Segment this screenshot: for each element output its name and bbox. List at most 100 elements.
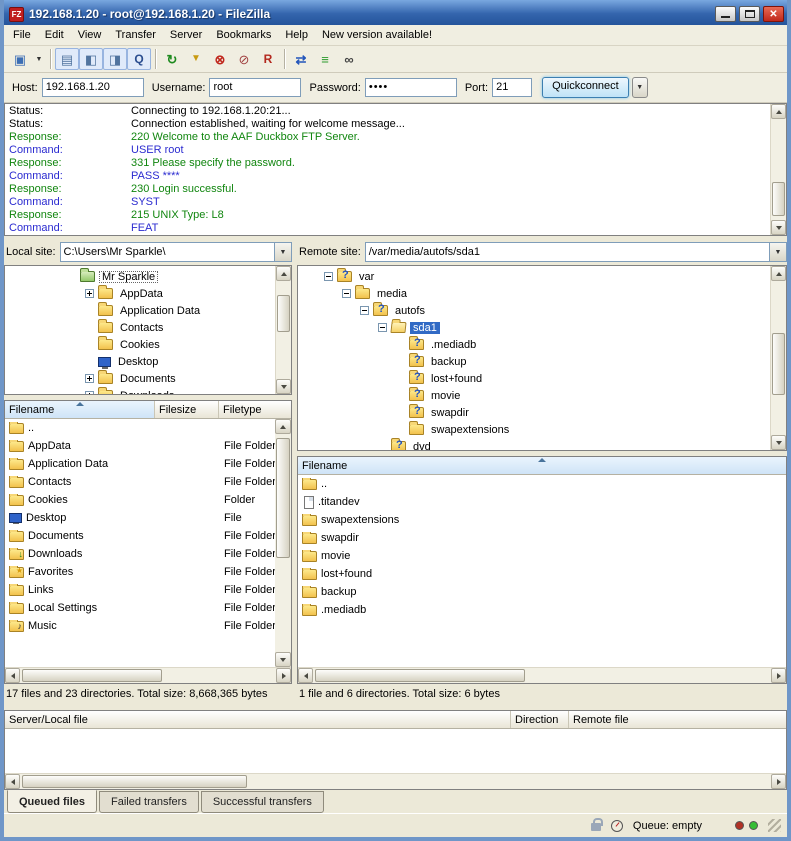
scrollbar-thumb[interactable] (22, 669, 162, 682)
local-site-combo[interactable]: C:\Users\Mr Sparkle\ ▼ (60, 242, 292, 262)
scroll-left-button[interactable] (5, 774, 20, 789)
scroll-left-button[interactable] (298, 668, 313, 683)
expander-icon[interactable] (85, 289, 94, 298)
scrollbar-track[interactable] (275, 434, 291, 652)
scrollbar-track[interactable] (20, 668, 276, 683)
file-row[interactable]: Application DataFile Folder (5, 455, 275, 473)
tree-item[interactable]: swapdir (298, 404, 786, 421)
scrollbar-track[interactable] (771, 281, 786, 435)
file-row[interactable]: DownloadsFile Folder (5, 545, 275, 563)
host-input[interactable]: 192.168.1.20 (42, 78, 144, 97)
menu-file[interactable]: File (6, 26, 38, 44)
local-tree-scrollbar[interactable] (275, 266, 291, 394)
username-input[interactable]: root (209, 78, 301, 97)
expander-icon[interactable] (360, 306, 369, 315)
tree-item[interactable]: backup (298, 353, 786, 370)
scrollbar-thumb[interactable] (315, 669, 525, 682)
scroll-left-button[interactable] (5, 668, 20, 683)
file-row[interactable]: Local SettingsFile Folder (5, 599, 275, 617)
toolbar-button-toggle-queue[interactable]: Q (127, 48, 151, 70)
scroll-right-button[interactable] (771, 774, 786, 789)
toolbar-button-disconnect[interactable]: ⊘ (232, 48, 256, 70)
toolbar-button-reconnect[interactable]: R (256, 48, 280, 70)
menu-view[interactable]: View (71, 26, 109, 44)
toolbar-button-toggle-remote-tree[interactable]: ◨ (103, 48, 127, 70)
file-row[interactable]: CookiesFolder (5, 491, 275, 509)
expander-icon[interactable] (324, 272, 333, 281)
file-row[interactable]: FavoritesFile Folder (5, 563, 275, 581)
scrollbar-track[interactable] (276, 281, 291, 379)
scroll-right-button[interactable] (771, 668, 786, 683)
toolbar-button-site-manager-dropdown[interactable]: ▼ (32, 48, 46, 70)
file-row[interactable]: AppDataFile Folder (5, 437, 275, 455)
scroll-up-button[interactable] (771, 266, 786, 281)
file-row[interactable]: .mediadb (298, 601, 786, 619)
maximize-button[interactable] (739, 6, 760, 22)
file-row[interactable]: ContactsFile Folder (5, 473, 275, 491)
toolbar-button-find-files[interactable]: ∞ (337, 48, 361, 70)
scrollbar-track[interactable] (20, 774, 771, 789)
toolbar-button-directory-comparison[interactable]: ⇄ (289, 48, 313, 70)
file-row[interactable]: .titandev (298, 493, 786, 511)
remote-tree-scrollbar[interactable] (770, 266, 786, 450)
scroll-right-button[interactable] (276, 668, 291, 683)
tree-item[interactable]: Cookies (5, 336, 291, 353)
menu-new-version[interactable]: New version available! (315, 26, 439, 44)
scroll-up-button[interactable] (276, 266, 291, 281)
remote-site-combo[interactable]: /var/media/autofs/sda1 ▼ (365, 242, 787, 262)
file-row[interactable]: LinksFile Folder (5, 581, 275, 599)
tree-item[interactable]: AppData (5, 285, 291, 302)
port-input[interactable]: 21 (492, 78, 532, 97)
scrollbar-thumb[interactable] (22, 775, 247, 788)
scroll-down-button[interactable] (771, 435, 786, 450)
scroll-up-button[interactable] (771, 104, 786, 119)
toolbar-button-filter[interactable]: ▼ (184, 48, 208, 70)
scroll-up-button[interactable] (275, 419, 291, 434)
resize-grip[interactable] (768, 819, 781, 832)
quickconnect-dropdown-button[interactable]: ▼ (632, 77, 648, 98)
file-row[interactable]: .. (298, 475, 786, 493)
column-header-direction[interactable]: Direction (511, 711, 569, 728)
file-row[interactable]: swapextensions (298, 511, 786, 529)
toolbar-button-refresh[interactable]: ↻ (160, 48, 184, 70)
tree-item[interactable]: Desktop (5, 353, 291, 370)
file-row[interactable]: backup (298, 583, 786, 601)
scrollbar-thumb[interactable] (772, 333, 785, 395)
tree-item[interactable]: .mediadb (298, 336, 786, 353)
column-header-filesize[interactable]: Filesize (155, 401, 219, 418)
toolbar-button-cancel[interactable]: ⊗ (208, 48, 232, 70)
scroll-down-button[interactable] (276, 379, 291, 394)
scrollbar-track[interactable] (313, 668, 771, 683)
column-header-filename[interactable]: Filename (298, 457, 786, 474)
speed-limit-icon[interactable] (611, 820, 623, 832)
expander-icon[interactable] (85, 391, 94, 395)
toolbar-button-synchronized-browsing[interactable]: ≡ (313, 48, 337, 70)
file-row[interactable]: swapdir (298, 529, 786, 547)
menu-server[interactable]: Server (163, 26, 209, 44)
menu-bookmarks[interactable]: Bookmarks (209, 26, 278, 44)
scroll-down-button[interactable] (771, 220, 786, 235)
message-log-scrollbar[interactable] (770, 104, 786, 235)
tab-successful-transfers[interactable]: Successful transfers (201, 791, 324, 813)
tree-item[interactable]: var (298, 268, 786, 285)
toolbar-button-toggle-message-log[interactable]: ▤ (55, 48, 79, 70)
file-row[interactable]: movie (298, 547, 786, 565)
menu-edit[interactable]: Edit (38, 26, 71, 44)
queue-hscrollbar[interactable] (5, 773, 786, 789)
tree-item[interactable]: Application Data (5, 302, 291, 319)
tree-item[interactable]: swapextensions (298, 421, 786, 438)
expander-icon[interactable] (85, 374, 94, 383)
quickconnect-button[interactable]: Quickconnect (542, 77, 629, 98)
chevron-down-icon[interactable]: ▼ (274, 243, 291, 261)
scroll-down-button[interactable] (275, 652, 291, 667)
expander-icon[interactable] (342, 289, 351, 298)
tree-item[interactable]: autofs (298, 302, 786, 319)
encryption-status-icon[interactable] (591, 823, 601, 831)
column-header-filetype[interactable]: Filetype (219, 401, 291, 418)
tree-item[interactable]: Downloads (5, 387, 291, 395)
tree-item-sda1[interactable]: sda1 (298, 319, 786, 336)
file-row[interactable]: DocumentsFile Folder (5, 527, 275, 545)
tree-item[interactable]: lost+found (298, 370, 786, 387)
scrollbar-thumb[interactable] (772, 182, 785, 216)
remote-list-hscrollbar[interactable] (298, 667, 786, 683)
